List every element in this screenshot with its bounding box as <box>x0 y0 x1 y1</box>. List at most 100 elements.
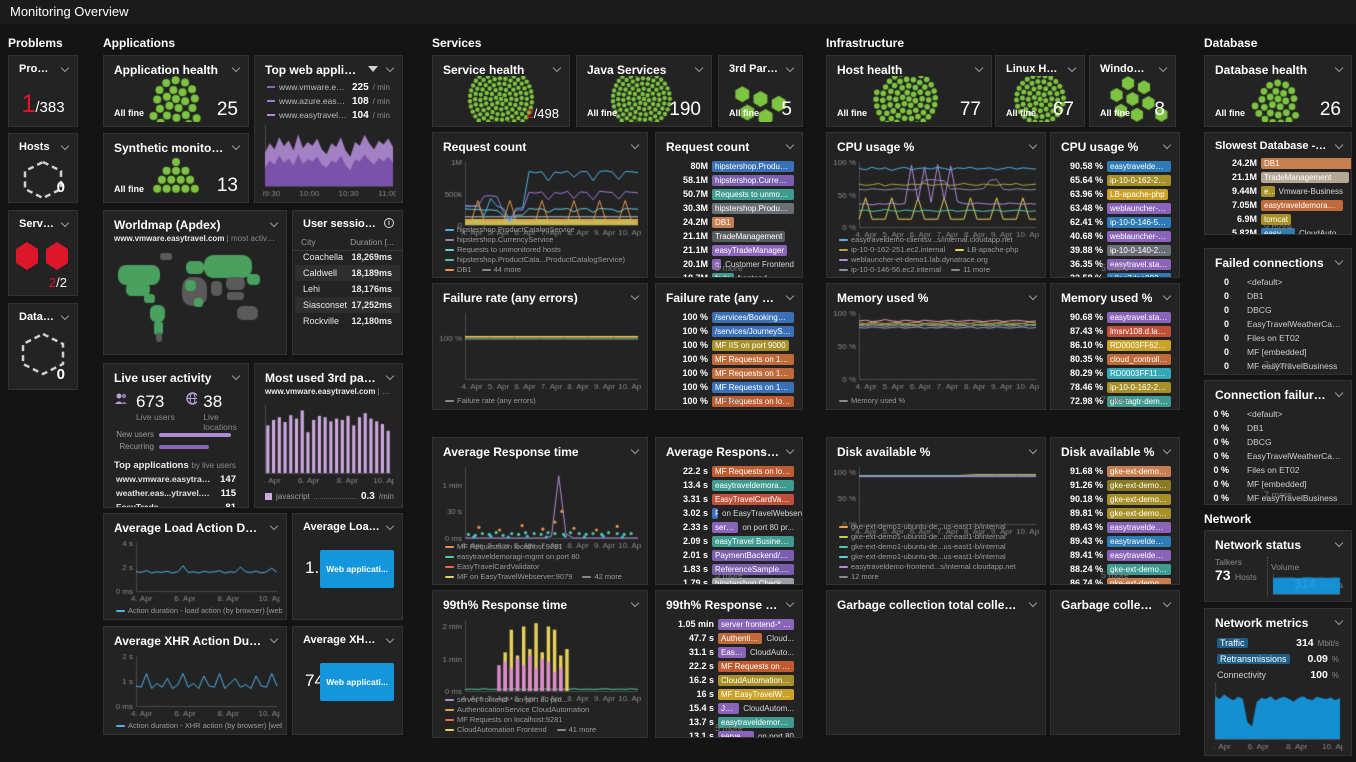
plain-row[interactable]: 0DBCG <box>1207 303 1349 317</box>
metric-row[interactable]: 24.2MDB1 <box>658 215 800 229</box>
metric-row[interactable]: 24.2MDB1 <box>1207 156 1349 170</box>
chevron-down-icon[interactable] <box>386 522 394 530</box>
tile-gc-list[interactable]: Garbage collection to... <box>1050 590 1180 735</box>
metric-row[interactable]: 1.05 minserver frontend-* on port 80... <box>658 617 800 631</box>
metric-row[interactable]: 22.2 sMF Requests on localhost:9281 <box>658 464 800 478</box>
chevron-down-icon[interactable] <box>1163 446 1171 454</box>
chevron-down-icon[interactable] <box>631 446 639 454</box>
metric-row[interactable]: 71.47 %diego_database/7a925... <box>1053 408 1177 410</box>
chevron-down-icon[interactable] <box>1335 141 1343 149</box>
chevron-down-icon[interactable] <box>232 142 240 150</box>
tile-request-count-list[interactable]: Request count 80Mhipstershop.ProductCata… <box>655 132 803 278</box>
tile-failure-rate-chart[interactable]: Failure rate (any errors) Failure rate (… <box>432 283 648 410</box>
tile-application-health[interactable]: Application health All fine 25 <box>103 55 249 127</box>
metric-row[interactable]: 3.31 sEasyTravelCardValidator <box>658 492 800 506</box>
chevron-down-icon[interactable] <box>61 64 69 72</box>
metric-row[interactable]: 89.81 %gke-ext-demo1-ubunt... <box>1053 506 1177 520</box>
plain-row[interactable]: 0TradeManagement <box>1207 373 1349 375</box>
traffic-row[interactable]: www.azure.easytravel.com108/ min <box>257 94 400 108</box>
chevron-down-icon[interactable] <box>232 372 240 380</box>
metric-row[interactable]: 90.68 %easytravel.staging <box>1053 310 1177 324</box>
plain-row[interactable]: 0DB1 <box>1207 289 1349 303</box>
tile-failed-connections[interactable]: Failed connections 0<default>0DB10DBCG0E… <box>1204 248 1352 375</box>
tile-worldmap[interactable]: Worldmap (Apdex) www.vmware.easytravel.c… <box>103 210 287 355</box>
chevron-down-icon[interactable] <box>1163 292 1171 300</box>
tile-99th-response-chart[interactable]: 99th% Response time server frontend-* on… <box>432 590 648 738</box>
chevron-down-icon[interactable] <box>786 599 794 607</box>
chevron-down-icon[interactable] <box>695 64 703 72</box>
web-application-button[interactable]: Web applicati... <box>320 663 394 701</box>
metric-row[interactable]: 80.35 %cloud_controller_work... <box>1053 352 1177 366</box>
chevron-down-icon[interactable] <box>1163 141 1171 149</box>
chevron-down-icon[interactable] <box>270 635 278 643</box>
metric-row[interactable]: 100 %MF Requests on 192.168.83.245:25 <box>658 366 800 380</box>
plain-row[interactable]: 0 %EasyTravelWeatherCache <box>1207 449 1349 463</box>
traffic-row[interactable]: www.easytravel.com104/ min <box>257 108 400 122</box>
tile-disk-available-chart[interactable]: Disk available % gke-ext-demo1-ubuntu-de… <box>826 437 1046 585</box>
metric-row[interactable]: 63.48 %weblauncher-et-dem... <box>1053 201 1177 215</box>
metric-row[interactable]: 91.68 %gke-ext-demo1-ubunt... <box>1053 464 1177 478</box>
apps-row[interactable]: www.vmware.easytravel.com147 <box>106 472 246 486</box>
chevron-down-icon[interactable] <box>1335 539 1343 547</box>
metric-row[interactable]: 58.1Mhipstershop.CurrencyService <box>658 173 800 187</box>
metric-row[interactable]: 80Mhipstershop.ProductCatalogSe... <box>658 159 800 173</box>
metric-row[interactable]: 9.44MeasyTravelVmware-Business <box>1207 184 1349 198</box>
apps-row[interactable]: EasyTrade81 <box>106 500 246 508</box>
chevron-down-icon[interactable] <box>386 372 394 380</box>
chevron-down-icon[interactable] <box>1029 446 1037 454</box>
chevron-down-icon[interactable] <box>786 446 794 454</box>
table-row[interactable]: Caldwell18,189ms <box>295 265 400 281</box>
chevron-down-icon[interactable] <box>786 141 794 149</box>
metric-row[interactable]: 89.43 %easytraveldemo-front... <box>1053 520 1177 534</box>
metric-row[interactable]: 16.2 sCloudAutomation Frontend <box>658 673 800 687</box>
metric-row[interactable]: 100 %MF IIS on port 9000 <box>658 338 800 352</box>
chevron-down-icon[interactable] <box>786 64 794 72</box>
tile-top-web-applications[interactable]: Top web applications www.vmware.easytrav… <box>254 55 403 203</box>
chevron-down-icon[interactable] <box>1163 599 1171 607</box>
apps-row[interactable]: weather.eas...ytravel.com115 <box>106 486 246 500</box>
tile-memory-used-list[interactable]: Memory used % 90.68 %easytravel.staging8… <box>1050 283 1180 410</box>
table-row[interactable]: Lehi18,176ms <box>295 281 400 297</box>
traffic-row[interactable]: www.vmware.easytravel.com225/ min <box>257 80 400 94</box>
tile-live-user-activity[interactable]: Live user activity 673Live users 38Live … <box>103 363 249 508</box>
metric-row[interactable]: 63.96 %LB-apache-php <box>1053 187 1177 201</box>
metric-row[interactable]: 78.46 %ip-10-0-162-251.ec2.int... <box>1053 380 1177 394</box>
web-application-button[interactable]: Web applicati... <box>320 550 394 588</box>
tile-avg-response-list[interactable]: Average Response time 22.2 sMF Requests … <box>655 437 803 585</box>
tile-99th-response-list[interactable]: 99th% Response time 1.05 minserver front… <box>655 590 803 738</box>
metric-row[interactable]: 100 %/services/JourneyService/ on go... <box>658 324 800 338</box>
metric-row[interactable]: 90.58 %easytraveldemoclien... <box>1053 159 1177 173</box>
metric-row[interactable]: 40.68 %weblauncher-demo.c... <box>1053 229 1177 243</box>
tile-cpu-usage-list[interactable]: CPU usage % 90.58 %easytraveldemoclien..… <box>1050 132 1180 278</box>
metric-row[interactable]: 13.4 seasytraveldemoragi-mgmt on ... <box>658 478 800 492</box>
tile-3rd-party-services[interactable]: 3rd Party Services All fine 5 <box>718 55 803 127</box>
chevron-down-icon[interactable] <box>631 599 639 607</box>
metric-row[interactable]: 90.18 %gke-ext-demo1-ubunt... <box>1053 492 1177 506</box>
metric-row[interactable]: 21.1MeasyTradeManager <box>658 243 800 257</box>
chevron-down-icon[interactable] <box>1335 389 1343 397</box>
chevron-down-icon[interactable] <box>1335 617 1343 625</box>
plain-row[interactable]: 0EasyTravelWeatherCache <box>1207 317 1349 331</box>
world-map[interactable] <box>110 247 280 350</box>
tile-request-count-chart[interactable]: Request count hipstershop.ProductCatalog… <box>432 132 648 278</box>
tile-connection-failure-rate[interactable]: Connection failure rate 0 %<default>0 %D… <box>1204 380 1352 505</box>
metric-row[interactable]: 100 %MF Requests on 192.168.83.245:21 <box>658 352 800 366</box>
table-row[interactable]: Rockville12,180ms <box>295 313 400 329</box>
metric-row[interactable]: 100 %/services/BookingService/ on g... <box>658 310 800 324</box>
metric-row[interactable]: 30.3Mhipstershop.ProductCatalogSe... <box>658 201 800 215</box>
tile-service-health[interactable]: Service health 2/498 <box>432 55 570 127</box>
tile-windows-hosts[interactable]: Windows H... All fine 8 <box>1089 55 1176 127</box>
plain-row[interactable]: 0 %Files on ET02 <box>1207 463 1349 477</box>
metric-row[interactable]: 65.64 %ip-10-0-162-251.ec2.int... <box>1053 173 1177 187</box>
plain-row[interactable]: 0<default> <box>1207 275 1349 289</box>
tile-host-health[interactable]: Host health All fine 77 <box>826 55 992 127</box>
metric-row[interactable]: 7.05Measytraveldemoragirdb <box>1207 198 1349 212</box>
plain-row[interactable]: 0 %<default> <box>1207 407 1349 421</box>
tile-synthetic-health[interactable]: Synthetic monitor health All fine 13 <box>103 133 249 203</box>
chevron-down-icon[interactable] <box>1335 257 1343 265</box>
table-row[interactable]: Siasconset17,252ms <box>295 297 400 313</box>
plain-row[interactable]: 0Files on ET02 <box>1207 331 1349 345</box>
metric-row[interactable]: 21.1MTradeManagement <box>1207 170 1349 184</box>
metric-row[interactable]: 39.88 %ip-10-0-140-202.ec2.in... <box>1053 243 1177 257</box>
tile-services-problems[interactable]: Services 2/2 <box>8 210 78 296</box>
